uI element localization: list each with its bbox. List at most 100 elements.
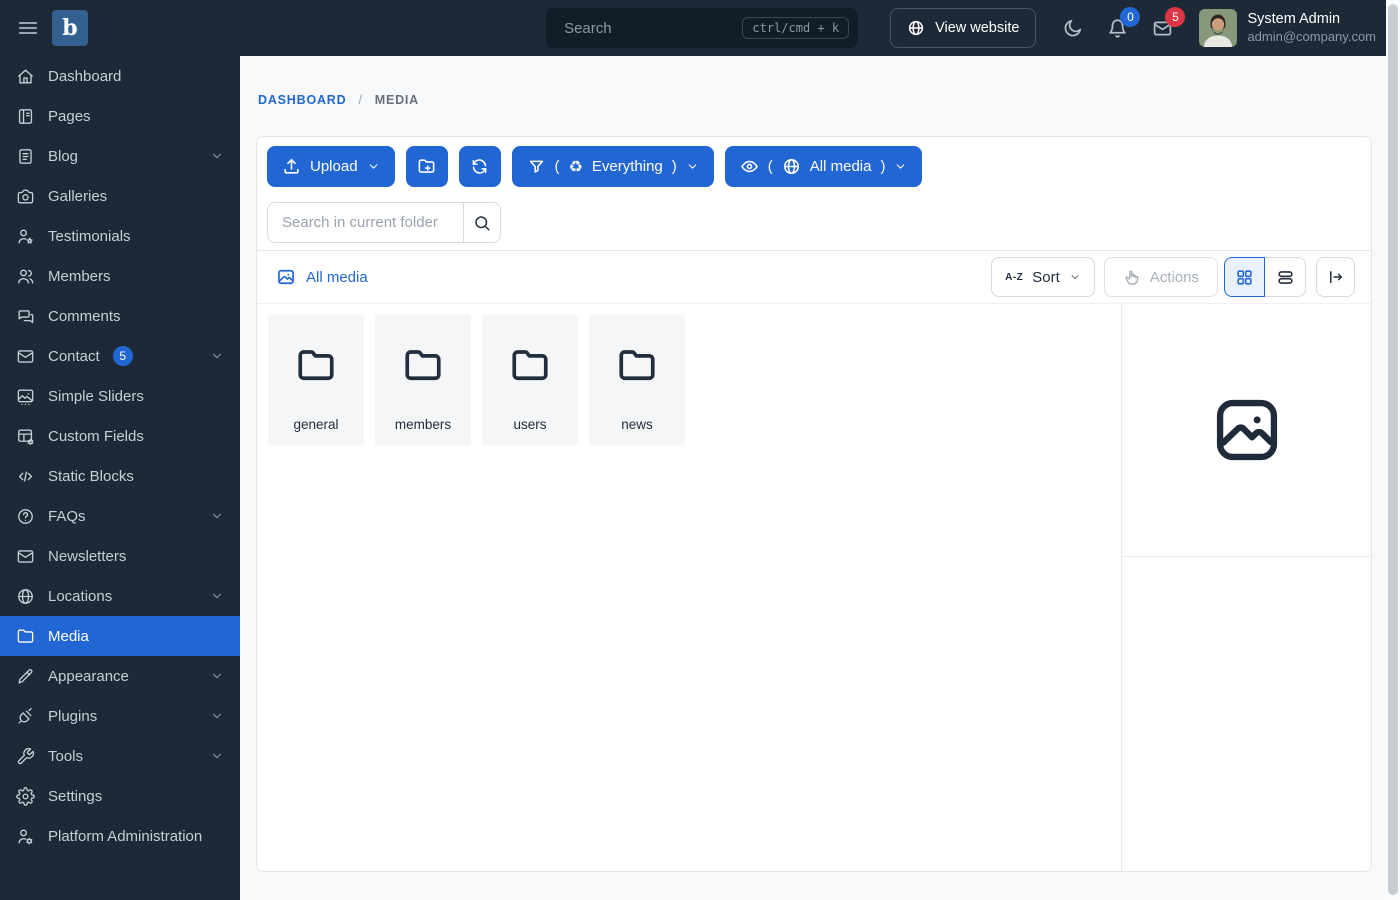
messages-button[interactable]: 5: [1152, 6, 1186, 39]
scrollbar-thumb[interactable]: [1388, 4, 1398, 895]
global-search[interactable]: ctrl/cmd + k: [546, 8, 859, 48]
folder-name: users: [513, 417, 547, 432]
sidebar-item-tools[interactable]: Tools: [0, 736, 240, 776]
sidebar-item-label: Contact: [48, 347, 100, 365]
plug-icon: [16, 707, 35, 726]
media-toolbar: Upload (♻ Everything) (All media) Se…: [257, 137, 1371, 250]
sidebar-item-label: Appearance: [48, 667, 129, 685]
sidebar-item-label: FAQs: [48, 507, 86, 525]
messages-count-badge: 5: [1165, 6, 1186, 27]
sidebar-item-comments[interactable]: Comments: [0, 296, 240, 336]
folder-card-users[interactable]: users: [482, 315, 578, 445]
sidebar-item-plugins[interactable]: Plugins: [0, 696, 240, 736]
sidebar-item-media[interactable]: Media: [0, 616, 240, 656]
sidebar-item-label: Simple Sliders: [48, 387, 144, 405]
chevron-down-icon: [210, 749, 224, 763]
chevron-down-icon: [210, 349, 224, 363]
sidebar-item-blog[interactable]: Blog: [0, 136, 240, 176]
folder-plus-icon: [417, 157, 436, 176]
sort-button[interactable]: A-Z Sort: [991, 257, 1095, 297]
bar-arrow-right-icon: [1327, 268, 1345, 286]
breadcrumb-dashboard-link[interactable]: DASHBOARD: [258, 93, 346, 107]
sidebar-item-label: Dashboard: [48, 67, 122, 85]
sidebar-item-appearance[interactable]: Appearance: [0, 656, 240, 696]
pages-icon: [16, 107, 35, 126]
sidebar-item-galleries[interactable]: Galleries: [0, 176, 240, 216]
sidebar-item-label: Platform Administration: [48, 827, 203, 845]
sidebar-item-locations[interactable]: Locations: [0, 576, 240, 616]
view-website-button[interactable]: View website: [890, 8, 1037, 48]
globe-icon: [907, 19, 925, 37]
chevron-down-icon: [1069, 271, 1081, 283]
user-avatar[interactable]: [1199, 9, 1238, 47]
actions-button[interactable]: Actions: [1103, 257, 1218, 297]
folder-name: general: [293, 417, 339, 432]
folder-icon: [507, 315, 553, 387]
grid-icon: [1235, 268, 1254, 287]
folder-name: news: [621, 417, 653, 432]
folder-icon: [293, 315, 339, 387]
sidebar-item-newsletters[interactable]: Newsletters: [0, 536, 240, 576]
hamburger-icon: [16, 16, 40, 40]
sidebar-item-simple-sliders[interactable]: Simple Sliders: [0, 376, 240, 416]
camera-icon: [16, 187, 35, 206]
sidebar-item-label: Newsletters: [48, 547, 127, 565]
list-view-toggle[interactable]: [1265, 257, 1306, 297]
current-location-link[interactable]: All media: [276, 267, 368, 287]
notifications-count-badge: 0: [1120, 6, 1141, 27]
sidebar-item-pages[interactable]: Pages: [0, 96, 240, 136]
chevron-down-icon: [686, 160, 699, 173]
folder-icon: [16, 627, 35, 646]
menu-toggle-button[interactable]: [16, 16, 40, 40]
global-search-input[interactable]: [562, 18, 743, 38]
visibility-filter-button[interactable]: ( All media ): [724, 146, 923, 187]
folder-search-button[interactable]: [463, 202, 501, 243]
view-toggle-group: [1224, 257, 1306, 297]
user-info[interactable]: System Admin admin@company.com: [1247, 10, 1376, 46]
gear-icon: [16, 786, 35, 806]
breadcrumb-current: MEDIA: [374, 93, 420, 107]
mail-icon: [16, 547, 35, 566]
sidebar-item-dashboard[interactable]: Dashboard: [0, 56, 240, 96]
sidebar-item-label: Plugins: [48, 707, 98, 725]
sidebar-item-static-blocks[interactable]: Static Blocks: [0, 456, 240, 496]
collapse-panel-button[interactable]: [1316, 257, 1355, 297]
sidebar-item-members[interactable]: Members: [0, 256, 240, 296]
topbar: b ctrl/cmd + k View website 0 5: [0, 0, 1400, 56]
filter-type-button[interactable]: ( ♻ Everything ): [511, 146, 714, 187]
notifications-button[interactable]: 0: [1107, 6, 1141, 39]
main-content: DASHBOARD / MEDIA Upload (♻ Everything …: [240, 0, 1400, 872]
image-placeholder-icon: [1209, 392, 1285, 468]
blog-icon: [16, 147, 35, 166]
visibility-value: All media: [809, 158, 872, 175]
app-logo[interactable]: b: [52, 10, 88, 46]
sidebar-item-settings[interactable]: Settings: [0, 776, 240, 816]
sidebar-item-label: Media: [48, 627, 89, 645]
folder-search-input[interactable]: [267, 202, 463, 243]
folder-card-members[interactable]: members: [375, 315, 471, 445]
user-cog-icon: [16, 827, 35, 846]
sidebar-item-custom-fields[interactable]: Custom Fields: [0, 416, 240, 456]
grid-view-toggle[interactable]: [1224, 257, 1265, 297]
user-star-icon: [16, 227, 35, 246]
folder-card-news[interactable]: news: [589, 315, 685, 445]
dark-mode-toggle[interactable]: [1062, 18, 1083, 39]
sidebar-item-platform-administration[interactable]: Platform Administration: [0, 816, 240, 856]
code-icon: [16, 467, 35, 486]
new-folder-button[interactable]: [405, 146, 448, 187]
folder-card-general[interactable]: general: [268, 315, 364, 445]
chevron-down-icon: [210, 509, 224, 523]
sidebar-item-faqs[interactable]: FAQs: [0, 496, 240, 536]
sidebar-item-testimonials[interactable]: Testimonials: [0, 216, 240, 256]
sidebar-item-contact[interactable]: Contact 5: [0, 336, 240, 376]
refresh-button[interactable]: [458, 146, 501, 187]
folder-icon: [614, 315, 660, 387]
upload-button[interactable]: Upload: [267, 146, 395, 187]
chevron-down-icon: [367, 160, 380, 173]
chevron-down-icon: [210, 149, 224, 163]
page-scrollbar[interactable]: [1386, 0, 1400, 900]
media-manager-card: Upload (♻ Everything) (All media) Se…: [256, 136, 1372, 872]
user-email: admin@company.com: [1247, 28, 1376, 44]
mail-icon: [16, 347, 35, 366]
sidebar-item-label: Settings: [48, 787, 103, 805]
